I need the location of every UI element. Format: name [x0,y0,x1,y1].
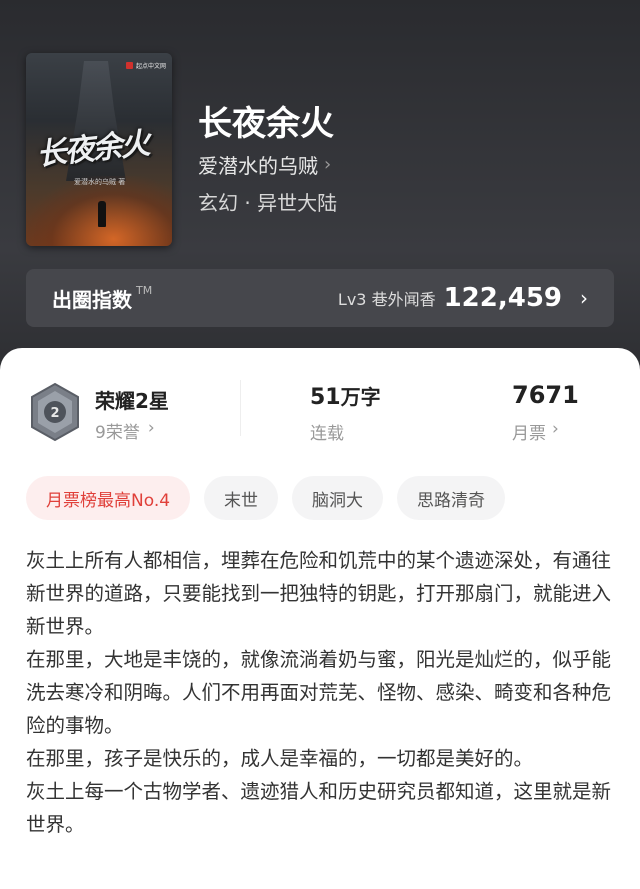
index-value: 122,459 [443,283,562,313]
cover-title-art: 长夜余火 [34,126,150,173]
tag-item[interactable]: 末世 [204,476,279,520]
serial-status: 连载 [310,424,344,444]
author-name: 爱潜水的乌贼 [198,154,318,178]
tag-list: 月票榜最高No.4 末世 脑洞大 思路清奇 [26,476,506,520]
description-paragraph: 灰土上每一个古物学者、遗迹猎人和历史研究员都知道，这里就是新世界。 [26,780,612,836]
cover-author-art: 爱潜水的乌贼 著 [74,178,126,186]
stats-divider [240,380,241,436]
chevron-right-icon: › [580,286,588,310]
index-level: Lv3 巷外闻香 [337,290,436,309]
monthly-ticket-link[interactable]: 月票 › [512,419,559,444]
book-detail-panel: 2 荣耀2星 9荣誉 › 51万字 连载 7671 月票 › 月票榜最高No.4… [0,348,640,889]
book-cover[interactable]: 起点中文网 长夜余火 爱潜水的乌贼 著 [26,53,172,246]
honor-name[interactable]: 荣耀2星 [95,385,169,414]
cover-publisher: 起点中文网 [125,61,166,70]
book-header: 起点中文网 长夜余火 爱潜水的乌贼 著 长夜余火 爱潜水的乌贼 › 玄幻 · 异… [0,0,640,360]
description-paragraph: 灰土上所有人都相信，埋葬在危险和饥荒中的某个遗迹深处，有通往新世界的道路，只要能… [26,549,612,638]
word-count-unit: 万字 [340,385,381,409]
chevron-right-icon: › [552,419,559,439]
monthly-ticket-label: 月票 [512,424,546,444]
description-paragraph: 在那里，大地是丰饶的，就像流淌着奶与蜜，阳光是灿烂的，似乎能洗去寒冷和阴晦。人们… [26,648,612,737]
publisher-logo-icon [125,62,133,69]
tag-ranking[interactable]: 月票榜最高No.4 [26,476,191,520]
cover-figure-art [98,201,106,227]
description-paragraph: 在那里，孩子是快乐的，成人是幸福的，一切都是美好的。 [26,747,534,770]
svg-text:2: 2 [50,406,59,421]
book-genre[interactable]: 玄幻 · 异世大陆 [198,187,337,216]
index-label: 出圈指数 [52,287,132,312]
book-title: 长夜余火 [198,104,334,144]
tag-item[interactable]: 脑洞大 [292,476,384,520]
tag-item[interactable]: 思路清奇 [397,476,506,520]
cover-publisher-text: 起点中文网 [135,63,166,70]
popularity-index-bar[interactable]: 出圈指数 TM Lv3 巷外闻香 122,459 › [26,269,614,327]
monthly-ticket-count: 7671 [512,381,579,409]
trademark-mark: TM [136,283,153,297]
author-link[interactable]: 爱潜水的乌贼 › [198,150,331,179]
word-count: 51万字 [310,381,381,410]
chevron-right-icon: › [324,154,332,175]
chevron-right-icon: › [147,418,155,438]
word-count-number: 51 [310,385,341,410]
honor-count-link[interactable]: 9荣誉 › [95,418,155,443]
honor-badge-icon[interactable]: 2 [28,382,82,442]
honor-count: 9荣誉 [95,423,140,443]
book-description[interactable]: 灰土上所有人都相信，埋葬在危险和饥荒中的某个遗迹深处，有通往新世界的道路，只要能… [26,544,618,841]
